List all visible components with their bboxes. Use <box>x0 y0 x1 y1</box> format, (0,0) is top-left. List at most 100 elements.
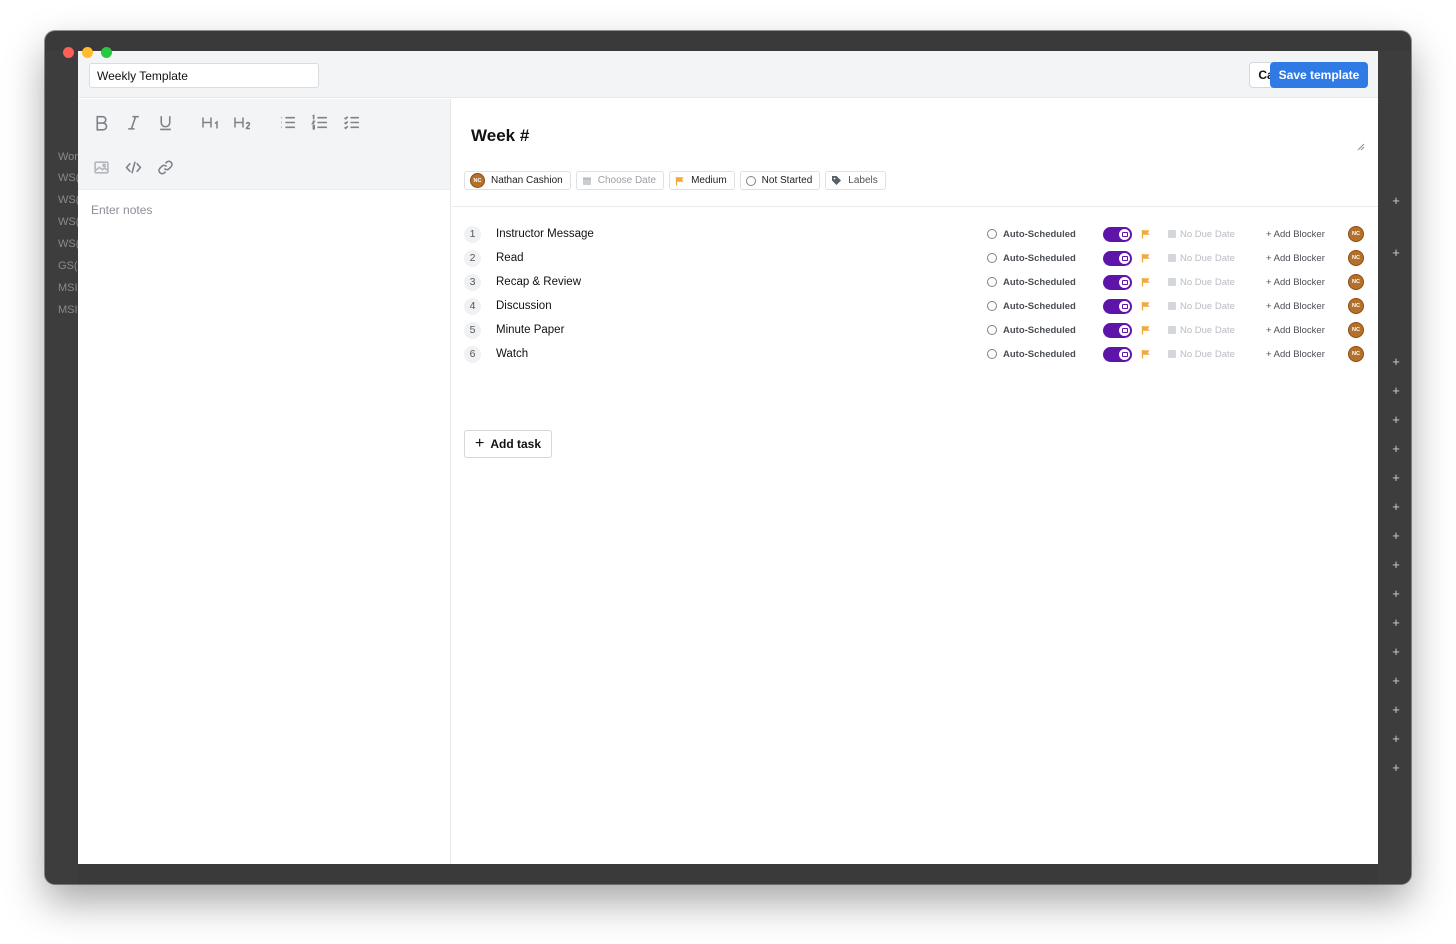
task-row[interactable]: 3 Recap & Review Auto-Scheduled No Due Date… <box>464 270 1366 294</box>
property-chips: NC Nathan Cashion Choose Date Medium Not… <box>464 171 886 190</box>
bullet-list-icon[interactable] <box>276 111 298 133</box>
bg-plus-icon: + <box>1392 557 1400 572</box>
notes-placeholder[interactable]: Enter notes <box>91 203 152 217</box>
task-row[interactable]: 4 Discussion Auto-Scheduled No Due Date + Ad… <box>464 294 1366 318</box>
image-icon[interactable] <box>90 156 112 178</box>
task-row[interactable]: 5 Minute Paper Auto-Scheduled No Due Date + … <box>464 318 1366 342</box>
auto-schedule-toggle[interactable] <box>1103 250 1132 266</box>
avatar[interactable]: NC <box>1348 250 1364 266</box>
avatar[interactable]: NC <box>1348 346 1364 362</box>
schedule-status[interactable]: Auto-Scheduled <box>987 229 1076 240</box>
close-window-button[interactable] <box>63 47 74 58</box>
underline-icon[interactable] <box>154 111 176 133</box>
bg-plus-icon: + <box>1392 760 1400 775</box>
task-row[interactable]: 6 Watch Auto-Scheduled No Due Date + Add Blo… <box>464 342 1366 366</box>
due-date[interactable]: No Due Date <box>1168 325 1235 336</box>
schedule-status[interactable]: Auto-Scheduled <box>987 325 1076 336</box>
assignee-chip[interactable]: NC Nathan Cashion <box>464 171 571 190</box>
task-number: 5 <box>464 321 481 339</box>
schedule-status[interactable]: Auto-Scheduled <box>987 301 1076 312</box>
heading-2-icon[interactable] <box>230 111 256 133</box>
due-date[interactable]: No Due Date <box>1168 253 1235 264</box>
add-blocker-button[interactable]: + Add Blocker <box>1266 229 1325 240</box>
flag-icon[interactable] <box>1141 325 1151 335</box>
save-template-button[interactable]: Save template <box>1270 62 1368 88</box>
auto-schedule-toggle[interactable] <box>1103 346 1132 362</box>
calendar-icon <box>1168 254 1176 262</box>
calendar-icon <box>1119 300 1130 312</box>
avatar[interactable]: NC <box>1348 274 1364 290</box>
task-row[interactable]: 1 Instructor Message Auto-Scheduled No Due … <box>464 222 1366 246</box>
flag-icon[interactable] <box>1141 349 1151 359</box>
add-blocker-button[interactable]: + Add Blocker <box>1266 325 1325 336</box>
bg-plus-icon: + <box>1392 354 1400 369</box>
task-name[interactable]: Instructor Message <box>496 228 594 240</box>
auto-schedule-toggle[interactable] <box>1103 274 1132 290</box>
tag-icon <box>831 175 842 186</box>
background-right-column: + + + + + + + + + + + + + + + + + <box>1378 51 1411 884</box>
schedule-label: Auto-Scheduled <box>1003 324 1076 336</box>
avatar[interactable]: NC <box>1348 226 1364 242</box>
auto-schedule-toggle[interactable] <box>1103 298 1132 314</box>
add-blocker-button[interactable]: + Add Blocker <box>1266 301 1325 312</box>
add-blocker-button[interactable]: + Add Blocker <box>1266 253 1325 264</box>
flag-icon[interactable] <box>1141 301 1151 311</box>
status-chip[interactable]: Not Started <box>739 171 821 190</box>
due-date[interactable]: No Due Date <box>1168 349 1235 360</box>
task-name[interactable]: Discussion <box>496 300 552 312</box>
flag-icon[interactable] <box>1141 229 1151 239</box>
due-date[interactable]: No Due Date <box>1168 301 1235 312</box>
labels-chip[interactable]: Labels <box>825 171 886 190</box>
bold-icon[interactable] <box>90 111 112 133</box>
bg-plus-icon: + <box>1392 245 1400 260</box>
schedule-label: Auto-Scheduled <box>1003 228 1076 240</box>
schedule-status[interactable]: Auto-Scheduled <box>987 253 1076 264</box>
task-name[interactable]: Read <box>496 252 524 264</box>
avatar[interactable]: NC <box>1348 298 1364 314</box>
avatar[interactable]: NC <box>1348 322 1364 338</box>
avatar: NC <box>470 173 485 188</box>
italic-icon[interactable] <box>122 111 144 133</box>
due-date[interactable]: No Due Date <box>1168 277 1235 288</box>
add-task-button[interactable]: + Add task <box>464 430 552 458</box>
divider <box>452 206 1378 207</box>
task-name[interactable]: Minute Paper <box>496 324 564 336</box>
auto-schedule-toggle[interactable] <box>1103 322 1132 338</box>
schedule-status[interactable]: Auto-Scheduled <box>987 349 1076 360</box>
priority-chip[interactable]: Medium <box>669 171 735 190</box>
numbered-list-icon[interactable] <box>308 111 330 133</box>
link-icon[interactable] <box>154 156 176 178</box>
due-date-label: No Due Date <box>1180 348 1235 360</box>
date-chip[interactable]: Choose Date <box>575 171 665 190</box>
minimize-window-button[interactable] <box>82 47 93 58</box>
heading-1-icon[interactable] <box>198 111 224 133</box>
bg-plus-icon: + <box>1392 193 1400 208</box>
zoom-window-button[interactable] <box>101 47 112 58</box>
template-detail-pane: Week # NC Nathan Cashion Choose Date Med… <box>452 99 1378 864</box>
calendar-icon <box>1119 228 1130 240</box>
due-date-label: No Due Date <box>1180 252 1235 264</box>
due-date[interactable]: No Due Date <box>1168 229 1235 240</box>
add-blocker-button[interactable]: + Add Blocker <box>1266 349 1325 360</box>
flag-icon[interactable] <box>1141 253 1151 263</box>
calendar-icon <box>1168 230 1176 238</box>
resize-grip-icon[interactable] <box>1357 143 1365 151</box>
auto-schedule-toggle[interactable] <box>1103 226 1132 242</box>
bg-sidebar-item: GS( <box>58 260 78 272</box>
bg-plus-icon: + <box>1392 644 1400 659</box>
task-row[interactable]: 2 Read Auto-Scheduled No Due Date + Add Bloc… <box>464 246 1366 270</box>
template-name-input[interactable] <box>89 63 319 88</box>
code-icon[interactable] <box>122 156 144 178</box>
task-name[interactable]: Watch <box>496 348 528 360</box>
template-title[interactable]: Week # <box>471 126 529 146</box>
schedule-status[interactable]: Auto-Scheduled <box>987 277 1076 288</box>
schedule-circle-icon <box>987 349 997 359</box>
schedule-circle-icon <box>987 325 997 335</box>
bg-sidebar-item: WS( <box>58 238 80 250</box>
checklist-icon[interactable] <box>340 111 362 133</box>
bg-sidebar-item: WS( <box>58 172 80 184</box>
task-name[interactable]: Recap & Review <box>496 276 581 288</box>
add-blocker-button[interactable]: + Add Blocker <box>1266 277 1325 288</box>
flag-icon[interactable] <box>1141 277 1151 287</box>
task-number: 1 <box>464 225 481 243</box>
